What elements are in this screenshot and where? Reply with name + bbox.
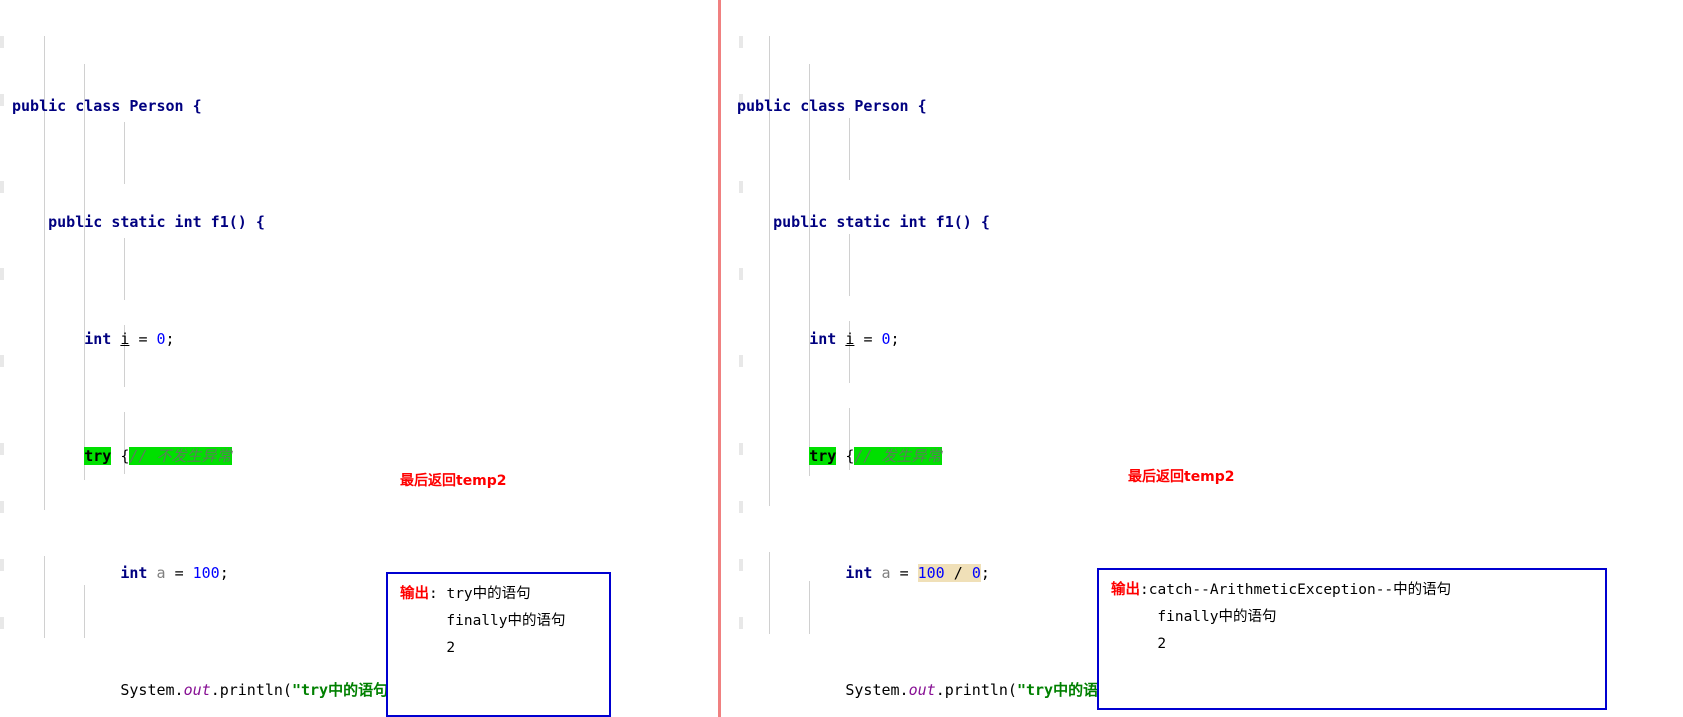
output-label: 输出 [400, 586, 429, 602]
output-value: try中的语句 [446, 586, 531, 602]
code-line: public static int f1() { [737, 208, 1366, 237]
output-value: finally中的语句 [1157, 609, 1277, 625]
gutter-mark [0, 559, 4, 571]
keyword-try: try [809, 447, 837, 465]
gutter-mark [0, 36, 4, 48]
gutter-mark [0, 501, 4, 513]
right-code-panel: public class Person { public static int … [721, 0, 1683, 717]
code-token-method-f1: public static int f1() { [773, 213, 990, 232]
code-line: public class Person { [737, 92, 1366, 121]
code-line: public static int f1() { [12, 208, 641, 237]
output-separator: : [1140, 582, 1149, 598]
output-value: catch--ArithmeticException--中的语句 [1148, 582, 1452, 598]
output-label: 输出 [1111, 582, 1140, 598]
code-line-try: try {// 发生异常 [809, 447, 942, 465]
code-token-class-decl: public class Person { [12, 96, 202, 115]
output-separator: : [429, 586, 438, 602]
code-line-try: try {// 不发生异常 [84, 447, 232, 465]
gutter-mark [0, 617, 4, 629]
output-box: 输出:catch--ArithmeticException--中的语句 fina… [1097, 568, 1607, 710]
output-box: 输出: try中的语句 finally中的语句 2 [386, 572, 611, 717]
output-value: 2 [446, 640, 456, 656]
keyword-try: try [84, 447, 112, 465]
output-value: finally中的语句 [446, 613, 566, 629]
comment-try: // 不发生异常 [129, 447, 232, 465]
code-token-class-decl: public class Person { [737, 96, 927, 115]
highlight-division-expr: 100 / 0 [917, 563, 981, 582]
gutter-mark [0, 268, 4, 280]
gutter-mark [0, 94, 4, 106]
left-code-panel: public class Person { public static int … [0, 0, 718, 717]
annotation-final-return: 最后返回temp2 [1128, 469, 1235, 485]
output-first-line: 输出:catch--ArithmeticException--中的语句 [1111, 577, 1595, 604]
gutter-mark [0, 443, 4, 455]
comment-try: // 发生异常 [854, 447, 942, 465]
gutter-mark [0, 181, 4, 193]
screenshot-root: public class Person { public static int … [0, 0, 1683, 717]
output-value: 2 [1157, 636, 1167, 652]
gutter-mark [0, 355, 4, 367]
code-line: int i = 0; [84, 330, 175, 349]
code-line: int i = 0; [809, 330, 900, 349]
output-first-line: 输出: try中的语句 [400, 581, 599, 608]
code-token-method-f1: public static int f1() { [48, 213, 265, 232]
annotation-final-return: 最后返回temp2 [400, 473, 507, 489]
code-line: public class Person { [12, 92, 641, 121]
